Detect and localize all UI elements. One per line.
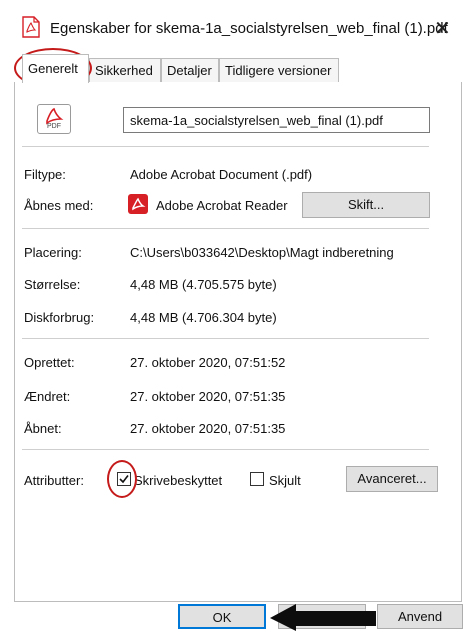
disk-usage-label: Diskforbrug: bbox=[24, 310, 95, 325]
accessed-label: Åbnet: bbox=[24, 421, 62, 436]
created-value: 27. oktober 2020, 07:51:52 bbox=[130, 355, 286, 370]
pdf-icon bbox=[22, 16, 40, 38]
separator bbox=[22, 146, 429, 147]
location-label: Placering: bbox=[24, 245, 82, 260]
modified-label: Ændret: bbox=[24, 389, 71, 404]
size-label: Størrelse: bbox=[24, 277, 81, 292]
annotation-arrow-icon bbox=[268, 601, 380, 631]
tab-generelt[interactable]: Generelt bbox=[22, 54, 89, 83]
modified-value: 27. oktober 2020, 07:51:35 bbox=[130, 389, 286, 404]
disk-usage-value: 4,48 MB (4.706.304 byte) bbox=[130, 310, 277, 325]
accessed-value: 27. oktober 2020, 07:51:35 bbox=[130, 421, 286, 436]
annotation-circle-checkbox bbox=[107, 460, 137, 498]
filetype-value: Adobe Acrobat Document (.pdf) bbox=[130, 167, 313, 182]
tab-detaljer[interactable]: Detaljer bbox=[161, 58, 219, 82]
general-panel bbox=[14, 82, 462, 602]
separator bbox=[22, 449, 429, 450]
file-pdf-icon: PDF bbox=[37, 104, 71, 134]
filetype-label: Filtype: bbox=[24, 167, 66, 182]
separator bbox=[22, 338, 429, 339]
file-icon-label: PDF bbox=[47, 123, 61, 130]
ok-button[interactable]: OK bbox=[178, 604, 266, 629]
file-name-field[interactable] bbox=[123, 107, 430, 133]
change-button[interactable]: Skift... bbox=[302, 192, 430, 218]
attributes-label: Attributter: bbox=[24, 473, 84, 488]
advanced-button[interactable]: Avanceret... bbox=[346, 466, 438, 492]
apply-button[interactable]: Anvend bbox=[377, 604, 463, 629]
close-icon[interactable]: ✕ bbox=[434, 16, 451, 41]
readonly-label: Skrivebeskyttet bbox=[134, 473, 223, 488]
created-label: Oprettet: bbox=[24, 355, 75, 370]
hidden-label: Skjult bbox=[269, 473, 301, 488]
opens-with-label: Åbnes med: bbox=[24, 198, 94, 213]
tab-sikkerhed[interactable]: Sikkerhed bbox=[89, 58, 161, 82]
tab-tidligere-versioner[interactable]: Tidligere versioner bbox=[219, 58, 339, 82]
hidden-checkbox[interactable] bbox=[250, 472, 264, 486]
window-title: Egenskaber for skema-1a_socialstyrelsen_… bbox=[50, 20, 448, 37]
separator bbox=[22, 228, 429, 229]
opens-with-value: Adobe Acrobat Reader bbox=[156, 198, 288, 213]
size-value: 4,48 MB (4.705.575 byte) bbox=[130, 277, 277, 292]
acrobat-reader-icon bbox=[128, 194, 148, 214]
location-value: C:\Users\b033642\Desktop\Magt indberetni… bbox=[130, 245, 394, 260]
